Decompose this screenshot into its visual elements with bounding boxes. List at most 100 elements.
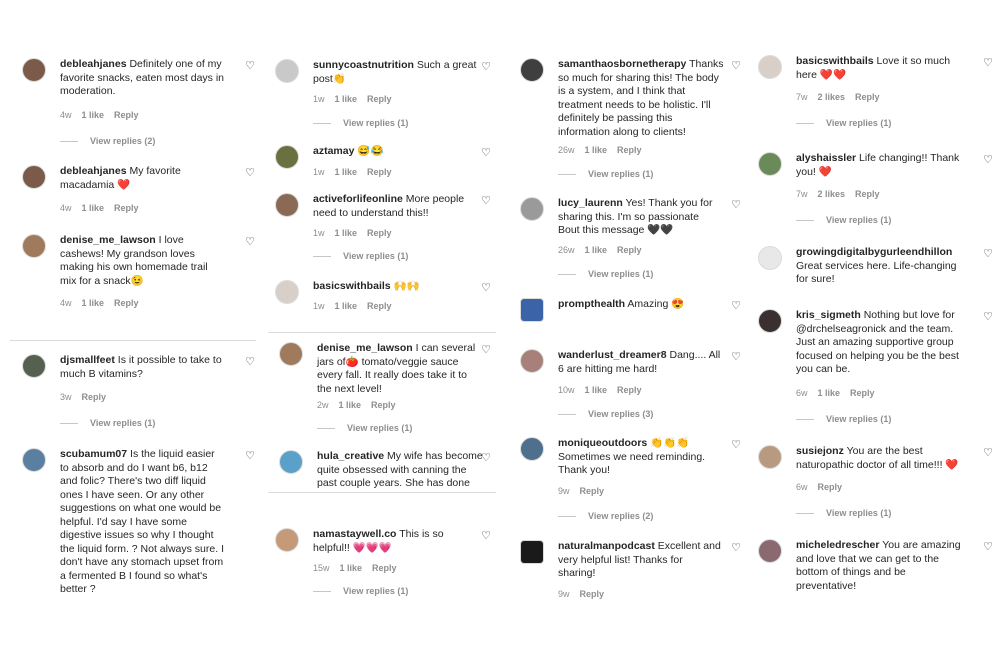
like-count[interactable]: 1 like <box>339 400 362 410</box>
view-replies-label[interactable]: View replies (1) <box>826 215 891 225</box>
like-count[interactable]: 2 likes <box>818 189 846 199</box>
comment-username[interactable]: aztamay <box>313 145 354 157</box>
reply-button[interactable]: Reply <box>114 203 139 213</box>
view-replies-button[interactable]: View replies (1) <box>60 418 155 428</box>
reply-button[interactable]: Reply <box>114 110 139 120</box>
avatar[interactable] <box>758 55 782 79</box>
heart-outline-icon[interactable]: ♡ <box>480 195 492 207</box>
heart-outline-icon[interactable]: ♡ <box>982 311 994 323</box>
avatar[interactable] <box>275 59 299 83</box>
like-count[interactable]: 1 like <box>335 228 358 238</box>
like-count[interactable]: 1 like <box>82 298 105 308</box>
heart-outline-icon[interactable]: ♡ <box>480 344 492 356</box>
view-replies-label[interactable]: View replies (1) <box>588 269 653 279</box>
comment-username[interactable]: susiejonz <box>796 445 844 457</box>
view-replies-label[interactable]: View replies (3) <box>588 409 653 419</box>
view-replies-label[interactable]: View replies (1) <box>826 118 891 128</box>
avatar[interactable] <box>758 152 782 176</box>
heart-outline-icon[interactable]: ♡ <box>244 356 256 368</box>
avatar[interactable] <box>275 145 299 169</box>
view-replies-button[interactable]: View replies (1) <box>796 508 891 518</box>
heart-outline-icon[interactable]: ♡ <box>480 530 492 542</box>
heart-outline-icon[interactable]: ♡ <box>244 450 256 462</box>
view-replies-label[interactable]: View replies (1) <box>347 423 412 433</box>
heart-outline-icon[interactable]: ♡ <box>982 541 994 553</box>
like-count[interactable]: 1 like <box>335 167 358 177</box>
like-count[interactable]: 1 like <box>585 245 608 255</box>
avatar[interactable] <box>275 280 299 304</box>
avatar[interactable] <box>520 437 544 461</box>
comment-username[interactable]: naturalmanpodcast <box>558 540 655 552</box>
heart-outline-icon[interactable]: ♡ <box>730 439 742 451</box>
heart-outline-icon[interactable]: ♡ <box>730 300 742 312</box>
view-replies-button[interactable]: View replies (2) <box>558 511 653 521</box>
comment-username[interactable]: lucy_laurenn <box>558 197 623 209</box>
comment-username[interactable]: prompthealth <box>558 298 625 310</box>
view-replies-button[interactable]: View replies (1) <box>317 423 412 433</box>
view-replies-button[interactable]: View replies (1) <box>313 251 408 261</box>
comment-username[interactable]: hula_creative <box>317 450 384 462</box>
view-replies-label[interactable]: View replies (1) <box>826 414 891 424</box>
view-replies-button[interactable]: View replies (1) <box>313 586 408 596</box>
avatar[interactable] <box>520 58 544 82</box>
avatar[interactable] <box>22 58 46 82</box>
avatar[interactable] <box>520 197 544 221</box>
reply-button[interactable]: Reply <box>580 486 605 496</box>
comment-username[interactable]: kris_sigmeth <box>796 309 861 321</box>
view-replies-button[interactable]: View replies (1) <box>313 118 408 128</box>
comment-username[interactable]: basicswithbails <box>796 55 874 67</box>
reply-button[interactable]: Reply <box>367 167 392 177</box>
comment-username[interactable]: activeforlifeonline <box>313 193 403 205</box>
comment-username[interactable]: samanthaosbornetherapy <box>558 58 686 70</box>
avatar[interactable] <box>520 298 544 322</box>
avatar[interactable] <box>520 349 544 373</box>
comment-username[interactable]: sunnycoastnutrition <box>313 59 414 71</box>
heart-outline-icon[interactable]: ♡ <box>730 542 742 554</box>
reply-button[interactable]: Reply <box>818 482 843 492</box>
reply-button[interactable]: Reply <box>367 94 392 104</box>
reply-button[interactable]: Reply <box>850 388 875 398</box>
like-count[interactable]: 1 like <box>818 388 841 398</box>
view-replies-label[interactable]: View replies (1) <box>588 169 653 179</box>
heart-outline-icon[interactable]: ♡ <box>244 167 256 179</box>
view-replies-label[interactable]: View replies (1) <box>343 251 408 261</box>
avatar[interactable] <box>758 309 782 333</box>
reply-button[interactable]: Reply <box>367 228 392 238</box>
heart-outline-icon[interactable]: ♡ <box>982 154 994 166</box>
reply-button[interactable]: Reply <box>855 189 880 199</box>
view-replies-label[interactable]: View replies (2) <box>588 511 653 521</box>
heart-outline-icon[interactable]: ♡ <box>480 452 492 464</box>
reply-button[interactable]: Reply <box>371 400 396 410</box>
view-replies-button[interactable]: View replies (2) <box>60 136 155 146</box>
heart-outline-icon[interactable]: ♡ <box>730 199 742 211</box>
avatar[interactable] <box>758 246 782 270</box>
comment-username[interactable]: denise_me_lawson <box>60 234 156 246</box>
heart-outline-icon[interactable]: ♡ <box>480 61 492 73</box>
reply-button[interactable]: Reply <box>580 589 605 599</box>
comment-username[interactable]: wanderlust_dreamer8 <box>558 349 667 361</box>
like-count[interactable]: 2 likes <box>818 92 846 102</box>
comment-username[interactable]: alyshaissler <box>796 152 856 164</box>
view-replies-button[interactable]: View replies (1) <box>558 269 653 279</box>
heart-outline-icon[interactable]: ♡ <box>982 447 994 459</box>
reply-button[interactable]: Reply <box>114 298 139 308</box>
comment-username[interactable]: growingdigitalbygurleendhillon <box>796 246 952 258</box>
view-replies-label[interactable]: View replies (1) <box>343 586 408 596</box>
avatar[interactable] <box>758 539 782 563</box>
like-count[interactable]: 1 like <box>335 94 358 104</box>
avatar[interactable] <box>22 165 46 189</box>
view-replies-label[interactable]: View replies (1) <box>343 118 408 128</box>
heart-outline-icon[interactable]: ♡ <box>480 147 492 159</box>
avatar[interactable] <box>22 234 46 258</box>
comment-username[interactable]: djsmallfeet <box>60 354 115 366</box>
view-replies-button[interactable]: View replies (1) <box>796 215 891 225</box>
view-replies-button[interactable]: View replies (1) <box>558 169 653 179</box>
avatar[interactable] <box>22 354 46 378</box>
comment-username[interactable]: scubamum07 <box>60 448 127 460</box>
avatar[interactable] <box>279 342 303 366</box>
comment-username[interactable]: namastaywell.co <box>313 528 396 540</box>
reply-button[interactable]: Reply <box>372 563 397 573</box>
heart-outline-icon[interactable]: ♡ <box>730 60 742 72</box>
comment-username[interactable]: moniqueoutdoors <box>558 437 647 449</box>
like-count[interactable]: 1 like <box>82 110 105 120</box>
